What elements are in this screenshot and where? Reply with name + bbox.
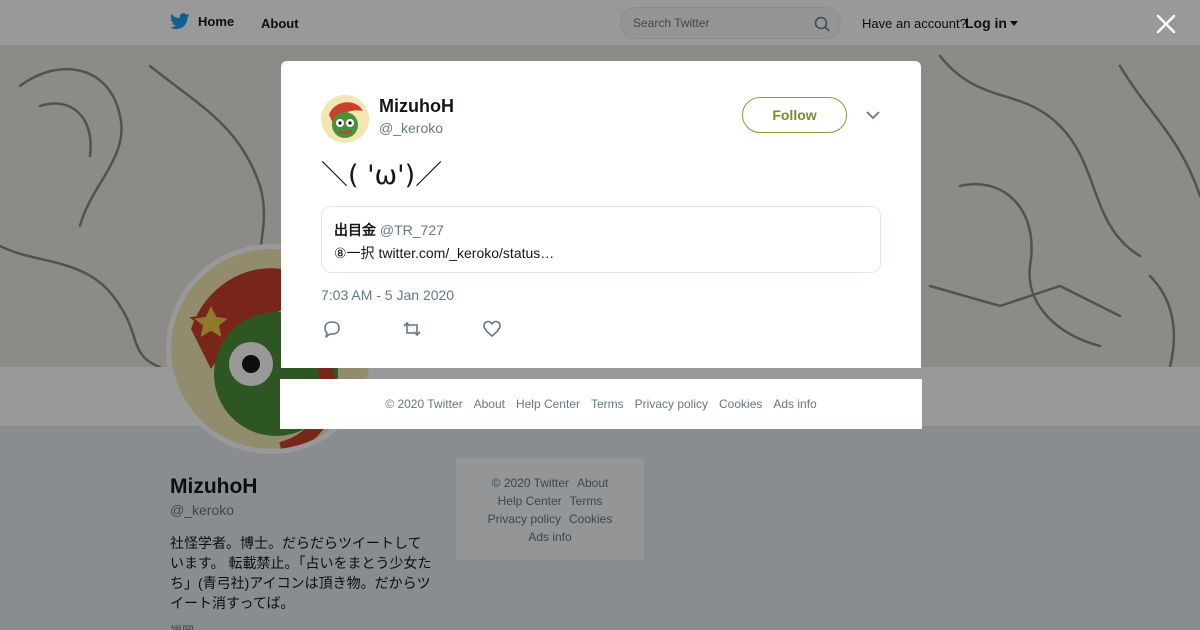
modal-footer: © 2020 Twitter About Help Center Terms P… [280,379,922,429]
tweet-author-handle[interactable]: @_keroko [379,120,443,136]
like-icon[interactable] [482,319,502,339]
tweet-avatar[interactable] [321,95,369,143]
retweet-icon[interactable] [402,319,422,339]
quote-author-handle: @TR_727 [379,222,444,238]
modal-footer-copyright: © 2020 Twitter [385,397,463,411]
quote-text: ⑧一択 twitter.com/_keroko/status… [334,245,555,261]
modal-footer-about-link[interactable]: About [474,397,505,411]
quoted-tweet[interactable]: 出目金 @TR_727 ⑧一択 twitter.com/_keroko/stat… [321,206,881,273]
modal-footer-ads-link[interactable]: Ads info [773,397,816,411]
follow-button[interactable]: Follow [742,97,847,133]
tweet-modal: MizuhoH @_keroko Follow ＼( 'ω')／ 出目金 @TR… [281,61,921,368]
reply-icon[interactable] [322,319,342,339]
close-icon[interactable] [1154,12,1178,36]
modal-footer-privacy-link[interactable]: Privacy policy [635,397,708,411]
quote-author-name: 出目金 [334,222,376,238]
chevron-down-icon[interactable] [865,109,881,121]
modal-footer-help-link[interactable]: Help Center [516,397,580,411]
tweet-author-name[interactable]: MizuhoH [379,96,454,117]
modal-footer-terms-link[interactable]: Terms [591,397,624,411]
modal-footer-cookies-link[interactable]: Cookies [719,397,762,411]
tweet-text: ＼( 'ω')／ [321,160,443,191]
tweet-timestamp[interactable]: 7:03 AM - 5 Jan 2020 [321,287,454,303]
